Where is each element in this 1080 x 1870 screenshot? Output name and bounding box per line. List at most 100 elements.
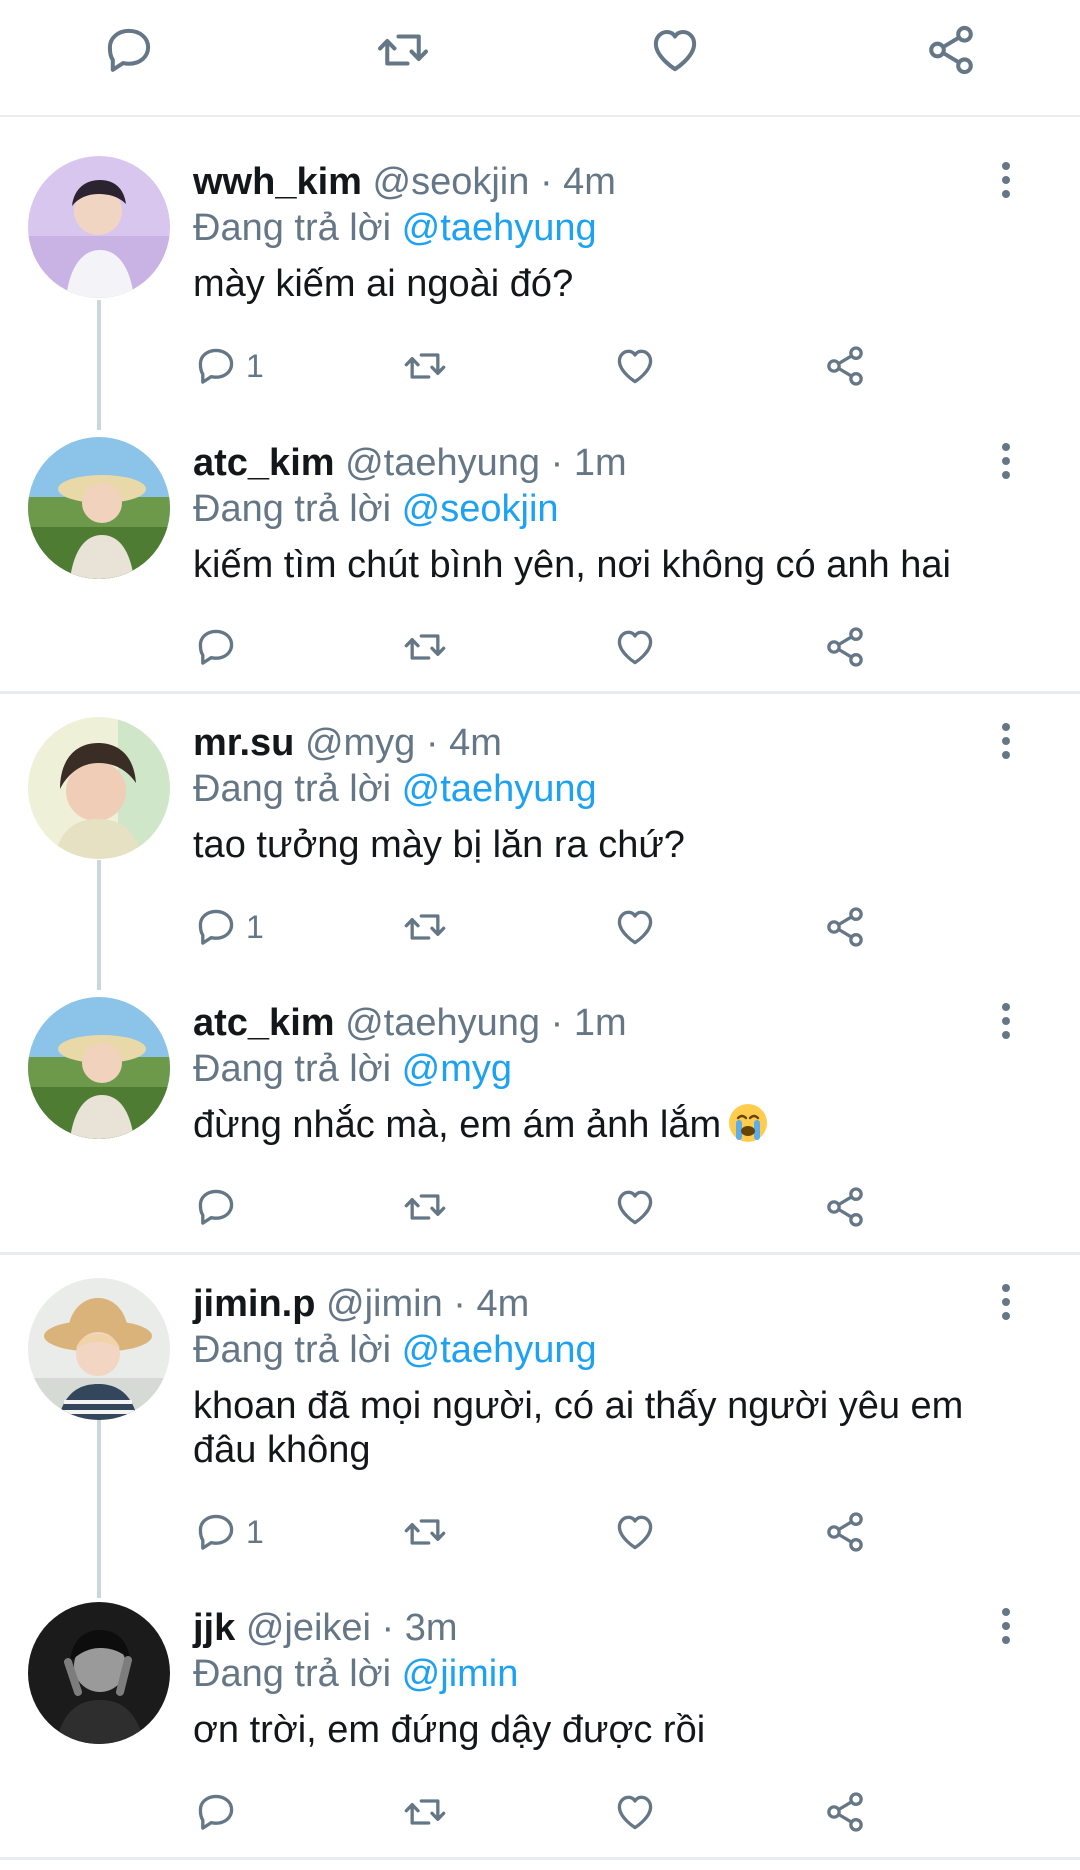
reply-icon xyxy=(194,1790,238,1834)
more-dot-icon xyxy=(1002,737,1010,745)
mention-link[interactable]: @myg xyxy=(402,1048,512,1090)
tweet-header: mr.su @myg · 4m xyxy=(193,721,502,765)
reply-icon xyxy=(102,23,156,77)
tweet[interactable]: atc_kim @taehyung · 1m Đang trả lời @seo… xyxy=(0,437,1080,717)
tweet-text: khoan đã mọi người, có ai thấy người yêu… xyxy=(193,1385,964,1471)
reply-button[interactable] xyxy=(194,1787,246,1837)
retweet-button[interactable] xyxy=(403,1787,447,1837)
tweet-text: đừng nhắc mà, em ám ảnh lắm xyxy=(193,1103,993,1147)
tweet[interactable]: jimin.p @jimin · 4m Đang trả lời @taehyu… xyxy=(0,1278,1080,1598)
more-dot-icon xyxy=(1002,471,1010,479)
timestamp: 4m xyxy=(449,722,502,764)
tweet[interactable]: atc_kim @taehyung · 1m Đang trả lời @myg… xyxy=(0,997,1080,1277)
avatar[interactable] xyxy=(28,1602,170,1744)
reply-button[interactable] xyxy=(99,20,159,80)
reply-button[interactable]: 1 xyxy=(194,902,264,952)
replying-to: Đang trả lời @seokjin xyxy=(193,487,559,531)
retweet-button[interactable] xyxy=(373,20,433,80)
more-options-button[interactable] xyxy=(995,1280,1017,1324)
reply-button[interactable]: 1 xyxy=(194,1507,264,1557)
tweet-header: wwh_kim @seokjin · 4m xyxy=(193,160,616,204)
share-button[interactable] xyxy=(823,1787,867,1837)
reply-button[interactable] xyxy=(194,1182,246,1232)
like-button[interactable] xyxy=(613,622,657,672)
share-button[interactable] xyxy=(823,902,867,952)
retweet-button[interactable] xyxy=(403,1182,447,1232)
like-button[interactable] xyxy=(613,1182,657,1232)
like-icon xyxy=(613,344,657,388)
mention-link[interactable]: @taehyung xyxy=(402,1329,597,1371)
avatar[interactable] xyxy=(28,156,170,298)
top-action-bar xyxy=(0,0,1080,117)
display-name[interactable]: jimin.p xyxy=(193,1283,315,1325)
like-button[interactable] xyxy=(613,1787,657,1837)
share-icon xyxy=(823,1185,867,1229)
more-options-button[interactable] xyxy=(995,439,1017,483)
share-icon xyxy=(823,344,867,388)
retweet-button[interactable] xyxy=(403,341,447,391)
more-dot-icon xyxy=(1002,457,1010,465)
like-button[interactable] xyxy=(613,341,657,391)
more-options-button[interactable] xyxy=(995,999,1017,1043)
tweet-text: tao tưởng mày bị lăn ra chứ? xyxy=(193,824,685,866)
like-button[interactable] xyxy=(613,902,657,952)
share-button[interactable] xyxy=(823,622,867,672)
mention-link[interactable]: @jimin xyxy=(402,1653,519,1695)
separator-dot: · xyxy=(453,1283,466,1325)
display-name[interactable]: mr.su xyxy=(193,722,294,764)
like-icon xyxy=(648,23,702,77)
more-options-button[interactable] xyxy=(995,1604,1017,1648)
more-dot-icon xyxy=(1002,1284,1010,1292)
share-button[interactable] xyxy=(921,20,981,80)
reply-icon xyxy=(194,1510,238,1554)
tweet[interactable]: wwh_kim @seokjin · 4m Đang trả lời @taeh… xyxy=(0,156,1080,436)
username[interactable]: @taehyung xyxy=(345,1002,540,1044)
display-name[interactable]: atc_kim xyxy=(193,1002,335,1044)
mention-link[interactable]: @taehyung xyxy=(402,207,597,249)
tweet[interactable]: jjk @jeikei · 3m Đang trả lời @jimin ơn … xyxy=(0,1602,1080,1870)
more-dot-icon xyxy=(1002,1031,1010,1039)
more-dot-icon xyxy=(1002,1312,1010,1320)
more-dot-icon xyxy=(1002,443,1010,451)
retweet-button[interactable] xyxy=(403,902,447,952)
retweet-button[interactable] xyxy=(403,622,447,672)
username[interactable]: @taehyung xyxy=(345,442,540,484)
tweet-text: mày kiếm ai ngoài đó? xyxy=(193,263,574,305)
tweet[interactable]: mr.su @myg · 4m Đang trả lời @taehyung t… xyxy=(0,717,1080,997)
more-dot-icon xyxy=(1002,176,1010,184)
mention-link[interactable]: @taehyung xyxy=(402,768,597,810)
replying-to: Đang trả lời @jimin xyxy=(193,1652,518,1696)
more-options-button[interactable] xyxy=(995,158,1017,202)
retweet-icon xyxy=(403,625,447,669)
more-options-button[interactable] xyxy=(995,719,1017,763)
username[interactable]: @jimin xyxy=(326,1283,443,1325)
avatar[interactable] xyxy=(28,717,170,859)
username[interactable]: @seokjin xyxy=(373,161,530,203)
avatar[interactable] xyxy=(28,997,170,1139)
display-name[interactable]: atc_kim xyxy=(193,442,335,484)
retweet-button[interactable] xyxy=(403,1507,447,1557)
timestamp: 1m xyxy=(573,1002,627,1044)
share-button[interactable] xyxy=(823,341,867,391)
reply-button[interactable]: 1 xyxy=(194,341,264,391)
reply-button[interactable] xyxy=(194,622,246,672)
share-button[interactable] xyxy=(823,1507,867,1557)
avatar[interactable] xyxy=(28,437,170,579)
display-name[interactable]: jjk xyxy=(193,1607,235,1649)
more-dot-icon xyxy=(1002,1636,1010,1644)
username[interactable]: @myg xyxy=(305,722,415,764)
like-button[interactable] xyxy=(613,1507,657,1557)
mention-link[interactable]: @seokjin xyxy=(402,488,559,530)
like-button[interactable] xyxy=(645,20,705,80)
reply-icon xyxy=(194,1185,238,1229)
username[interactable]: @jeikei xyxy=(246,1607,371,1649)
like-icon xyxy=(613,1790,657,1834)
share-button[interactable] xyxy=(823,1182,867,1232)
display-name[interactable]: wwh_kim xyxy=(193,161,362,203)
replying-prefix: Đang trả lời xyxy=(193,488,392,530)
tweet-text: ơn trời, em đứng dậy được rồi xyxy=(193,1709,706,1751)
replying-to: Đang trả lời @taehyung xyxy=(193,206,597,250)
share-icon xyxy=(823,905,867,949)
avatar[interactable] xyxy=(28,1278,170,1420)
replying-to: Đang trả lời @taehyung xyxy=(193,1328,597,1372)
